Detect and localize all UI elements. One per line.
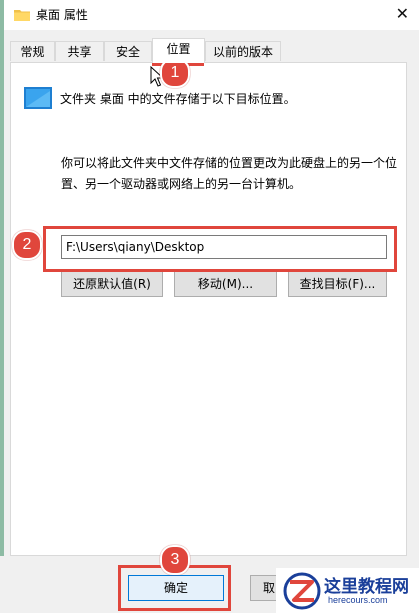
- location-description: 文件夹 桌面 中的文件存储于以下目标位置。: [60, 92, 296, 106]
- tab-sharing[interactable]: 共享: [55, 41, 104, 61]
- background-strip: [0, 0, 4, 613]
- properties-window: 桌面 属性 ✕ 常规 共享 安全 位置 以前的版本 文件夹 桌面 中的文件存储于…: [0, 0, 419, 613]
- tab-general[interactable]: 常规: [10, 41, 55, 61]
- watermark-url: herecours.com: [328, 595, 388, 605]
- find-target-button[interactable]: 查找目标(F)...: [288, 271, 387, 297]
- callout-path-input: [43, 226, 397, 272]
- restore-default-button[interactable]: 还原默认值(R): [61, 271, 163, 297]
- location-panel: 文件夹 桌面 中的文件存储于以下目标位置。 你可以将此文件夹中文件存储的位置更改…: [10, 62, 407, 556]
- step-marker-2: 2: [12, 230, 42, 260]
- tab-location[interactable]: 位置: [152, 38, 205, 63]
- step-marker-3: 3: [160, 545, 190, 575]
- tab-previous-versions[interactable]: 以前的版本: [205, 41, 281, 61]
- folder-icon: [14, 10, 30, 21]
- location-info-text: 你可以将此文件夹中文件存储的位置更改为此硬盘上的另一个位置、另一个驱动器或网络上…: [61, 156, 398, 191]
- watermark-logo-icon: [283, 572, 321, 610]
- watermark: 这里教程网 herecours.com: [276, 568, 419, 613]
- tab-security[interactable]: 安全: [104, 41, 152, 61]
- title-bar[interactable]: 桌面 属性 ✕: [4, 0, 419, 30]
- desktop-folder-icon: [24, 87, 52, 109]
- move-button[interactable]: 移动(M)...: [174, 271, 277, 297]
- watermark-title: 这里教程网: [324, 577, 409, 597]
- window-title: 桌面 属性: [36, 8, 88, 22]
- close-icon[interactable]: ✕: [396, 4, 409, 24]
